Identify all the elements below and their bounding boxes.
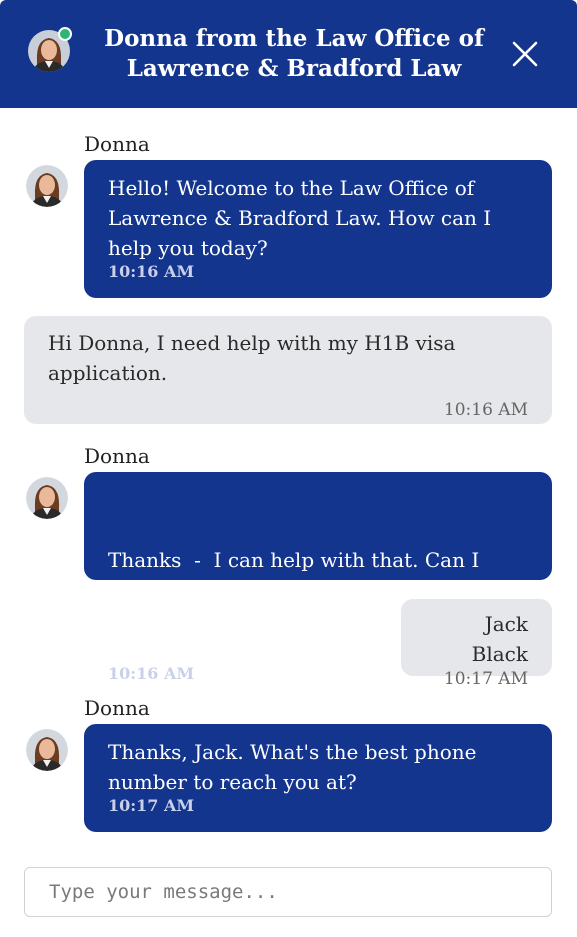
message-text: Jack Black [471, 612, 528, 666]
chat-header: Donna from the Law Office of Lawrence & … [0, 0, 577, 108]
online-status-dot [58, 27, 72, 41]
agent-message-bubble: Thanks, Jack. What's the best phone numb… [84, 724, 552, 832]
agent-avatar [26, 477, 68, 519]
message-composer [24, 867, 552, 917]
message-timestamp: 10:17 AM [443, 669, 528, 689]
agent-name: Donna [84, 444, 150, 468]
agent-name: Donna [84, 696, 150, 720]
chat-widget: Donna from the Law Office of Lawrence & … [0, 0, 577, 937]
agent-message-bubble: Thanks - I can help with that. Can I ple… [84, 472, 552, 683]
message-text: Hello! Welcome to the Law Office of Lawr… [108, 176, 492, 260]
user-message-bubble: Jack Black 10:17 AM [401, 599, 552, 689]
agent-name: Donna [84, 132, 150, 156]
chat-title-line-1: Donna from the Law Office of [104, 25, 484, 52]
message-timestamp: 10:16 AM [108, 262, 195, 281]
message-text: Thanks, Jack. What's the best phone numb… [108, 740, 477, 794]
message-text: Hi Donna, I need help with my H1B visa a… [48, 331, 456, 385]
agent-avatar [26, 729, 68, 771]
message-timestamp: 10:17 AM [108, 796, 195, 815]
agent-message-bubble: Hello! Welcome to the Law Office of Lawr… [84, 160, 552, 298]
message-input[interactable] [25, 868, 551, 916]
chat-title-line-2: Lawrence & Bradford Law [126, 55, 462, 82]
message-text: Thanks - I can help with that. Can I ple… [108, 548, 486, 602]
chat-title: Donna from the Law Office of Lawrence & … [90, 24, 498, 84]
message-timestamp: 10:16 AM [443, 400, 528, 420]
user-message-bubble: Hi Donna, I need help with my H1B visa a… [24, 316, 552, 424]
close-icon[interactable] [505, 34, 545, 74]
agent-avatar [26, 165, 68, 207]
